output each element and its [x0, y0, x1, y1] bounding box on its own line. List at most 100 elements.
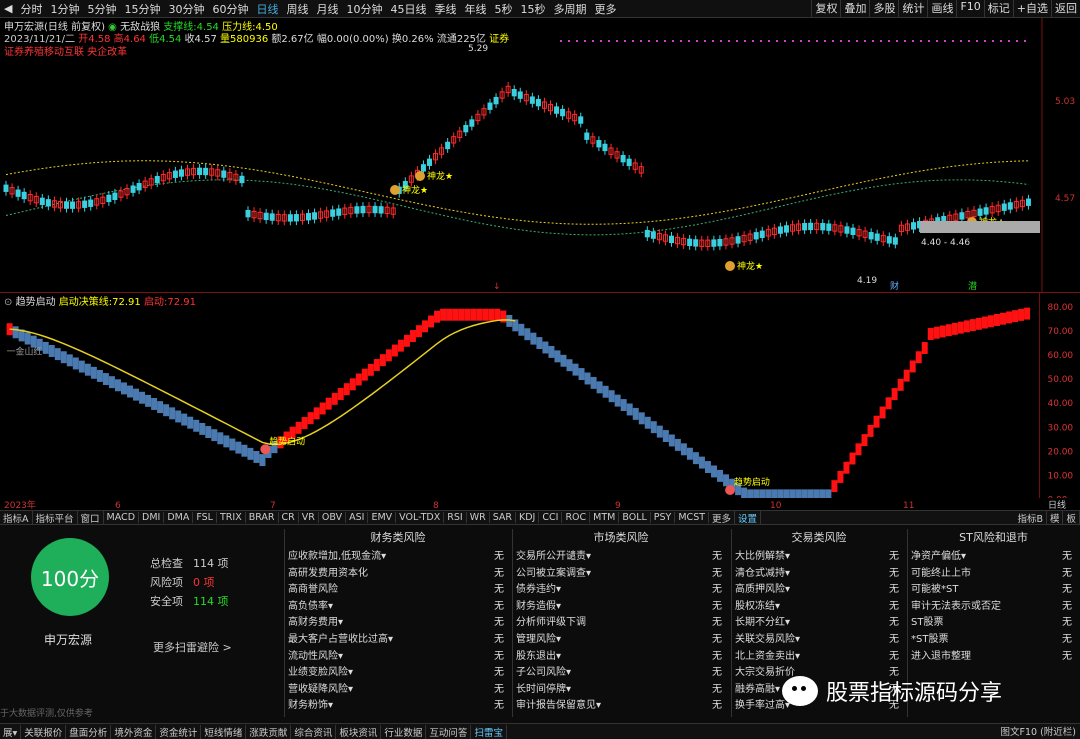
risk-row[interactable]: 营收疑降风险▾ 无: [288, 680, 508, 697]
risk-row[interactable]: 可能终止上市 无: [911, 564, 1076, 581]
period-15[interactable]: 多周期: [549, 1, 590, 17]
tab-9[interactable]: CR: [279, 512, 299, 523]
tab-18[interactable]: KDJ: [516, 512, 540, 523]
toolbar-btn-2[interactable]: 多股: [869, 0, 898, 18]
risk-row[interactable]: 高商誉风险 无: [288, 580, 508, 597]
tab-3[interactable]: MACD: [104, 512, 140, 523]
bottom-tab-8[interactable]: 板块资讯: [336, 724, 382, 739]
risk-row[interactable]: ST股票 无: [911, 613, 1076, 630]
tab-20[interactable]: ROC: [562, 512, 591, 523]
tab-4[interactable]: DMI: [139, 512, 165, 523]
tab-0[interactable]: 指标A: [0, 510, 33, 525]
risk-row[interactable]: 财务造假▾ 无: [516, 597, 726, 614]
back-icon[interactable]: ◀: [0, 2, 16, 15]
risk-row[interactable]: 子公司风险▾ 无: [516, 663, 726, 680]
risk-row[interactable]: 清仓式减持▾ 无: [735, 564, 903, 581]
tab-2[interactable]: 窗口: [78, 510, 104, 525]
bottom-tab-9[interactable]: 行业数据: [381, 724, 427, 739]
tab-11[interactable]: OBV: [319, 512, 347, 523]
tab-21[interactable]: MTM: [590, 512, 620, 523]
tab-17[interactable]: SAR: [490, 512, 517, 523]
tab-12[interactable]: ASI: [346, 512, 369, 523]
risk-row[interactable]: 财务粉饰▾ 无: [288, 696, 508, 713]
tab-right-2[interactable]: 板: [1063, 510, 1080, 525]
risk-row[interactable]: 长期不分红▾ 无: [735, 613, 903, 630]
period-7[interactable]: 周线: [282, 1, 312, 17]
risk-row[interactable]: 大比例解禁▾ 无: [735, 547, 903, 564]
tab-15[interactable]: RSI: [444, 512, 467, 523]
bottom-tab-6[interactable]: 涨跌贡献: [246, 724, 292, 739]
toolbar-btn-7[interactable]: +自选: [1012, 0, 1051, 18]
tab-23[interactable]: PSY: [651, 512, 676, 523]
risk-row[interactable]: 业绩变脸风险▾ 无: [288, 663, 508, 680]
toolbar-btn-6[interactable]: 标记: [983, 0, 1013, 18]
bottom-tab-2[interactable]: 盘面分析: [66, 724, 112, 739]
bottom-tab-5[interactable]: 短线情绪: [201, 724, 247, 739]
risk-row[interactable]: 净资产偏低▾ 无: [911, 547, 1076, 564]
toolbar-btn-0[interactable]: 复权: [811, 0, 840, 18]
period-11[interactable]: 季线: [430, 1, 460, 17]
period-4[interactable]: 30分钟: [164, 1, 208, 17]
risk-row[interactable]: 股权冻结▾ 无: [735, 597, 903, 614]
risk-row[interactable]: 高质押风险▾ 无: [735, 580, 903, 597]
more-scan-link[interactable]: 更多扫雷避险 >: [153, 639, 232, 655]
risk-row[interactable]: 最大客户占营收比过高▾ 无: [288, 630, 508, 647]
tab-16[interactable]: WR: [467, 512, 490, 523]
bottom-tab-7[interactable]: 综合资讯: [291, 724, 337, 739]
period-14[interactable]: 15秒: [516, 1, 549, 17]
risk-row[interactable]: 可能被*ST 无: [911, 580, 1076, 597]
bottom-tab-3[interactable]: 境外资金: [111, 724, 157, 739]
tab-22[interactable]: BOLL: [619, 512, 651, 523]
period-0[interactable]: 分时: [16, 1, 46, 17]
period-13[interactable]: 5秒: [490, 1, 516, 17]
bottom-right[interactable]: 图文F10 (附近栏): [1001, 724, 1077, 738]
tab-right-0[interactable]: 指标B: [1014, 510, 1047, 525]
period-5[interactable]: 60分钟: [208, 1, 252, 17]
tab-8[interactable]: BRAR: [246, 512, 279, 523]
risk-row[interactable]: 审计无法表示或否定 无: [911, 597, 1076, 614]
risk-row[interactable]: 公司被立案调查▾ 无: [516, 564, 726, 581]
period-6[interactable]: 日线: [252, 1, 282, 17]
risk-row[interactable]: 高负债率▾ 无: [288, 597, 508, 614]
indicator-chart[interactable]: 趋势启动趋势启动80.0070.0060.0050.0040.0030.0020…: [0, 292, 1080, 498]
period-10[interactable]: 45日线: [386, 1, 430, 17]
period-8[interactable]: 月线: [312, 1, 342, 17]
period-3[interactable]: 15分钟: [120, 1, 164, 17]
tab-19[interactable]: CCI: [539, 512, 563, 523]
risk-row[interactable]: *ST股票 无: [911, 630, 1076, 647]
risk-row[interactable]: 审计报告保留意见▾ 无: [516, 696, 726, 713]
tab-24[interactable]: MCST: [675, 512, 710, 523]
risk-row[interactable]: 进入退市整理 无: [911, 647, 1076, 664]
tab-26[interactable]: 设置: [735, 510, 762, 525]
risk-row[interactable]: 流动性风险▾ 无: [288, 647, 508, 664]
bottom-tab-4[interactable]: 资金统计: [156, 724, 202, 739]
risk-row[interactable]: 高财务费用▾ 无: [288, 613, 508, 630]
tab-10[interactable]: VR: [299, 512, 319, 523]
tab-1[interactable]: 指标平台: [33, 510, 78, 525]
bottom-tab-10[interactable]: 互动问答: [426, 724, 472, 739]
period-1[interactable]: 1分钟: [46, 1, 83, 17]
tab-7[interactable]: TRIX: [217, 512, 246, 523]
risk-row[interactable]: 股东退出▾ 无: [516, 647, 726, 664]
risk-row[interactable]: 管理风险▾ 无: [516, 630, 726, 647]
tab-5[interactable]: DMA: [164, 512, 194, 523]
risk-row[interactable]: 应收款增加,低现金流▾ 无: [288, 547, 508, 564]
period-2[interactable]: 5分钟: [83, 1, 120, 17]
period-16[interactable]: 更多: [590, 1, 620, 17]
tab-6[interactable]: FSL: [193, 512, 217, 523]
tab-14[interactable]: VOL-TDX: [396, 512, 445, 523]
bottom-tab-11[interactable]: 扫雷宝: [471, 724, 507, 739]
bottom-tab-1[interactable]: 关联报价: [21, 724, 67, 739]
risk-row[interactable]: 债券违约▾ 无: [516, 580, 726, 597]
period-9[interactable]: 10分钟: [342, 1, 386, 17]
risk-row[interactable]: 北上资金卖出▾ 无: [735, 647, 903, 664]
risk-row[interactable]: 长时间停牌▾ 无: [516, 680, 726, 697]
price-chart[interactable]: 神龙★神龙★神龙★神龙★ 5.03 4.57 4.40 - 4.46 5.29 …: [0, 18, 1080, 292]
tab-right-1[interactable]: 模: [1047, 510, 1064, 525]
bottom-tab-0[interactable]: 展▾: [0, 724, 22, 739]
toolbar-btn-5[interactable]: F10: [956, 0, 983, 18]
toolbar-btn-3[interactable]: 统计: [898, 0, 927, 18]
toolbar-btn-4[interactable]: 画线: [927, 0, 956, 18]
toolbar-btn-1[interactable]: 叠加: [840, 0, 869, 18]
toolbar-btn-8[interactable]: 返回: [1051, 0, 1080, 18]
